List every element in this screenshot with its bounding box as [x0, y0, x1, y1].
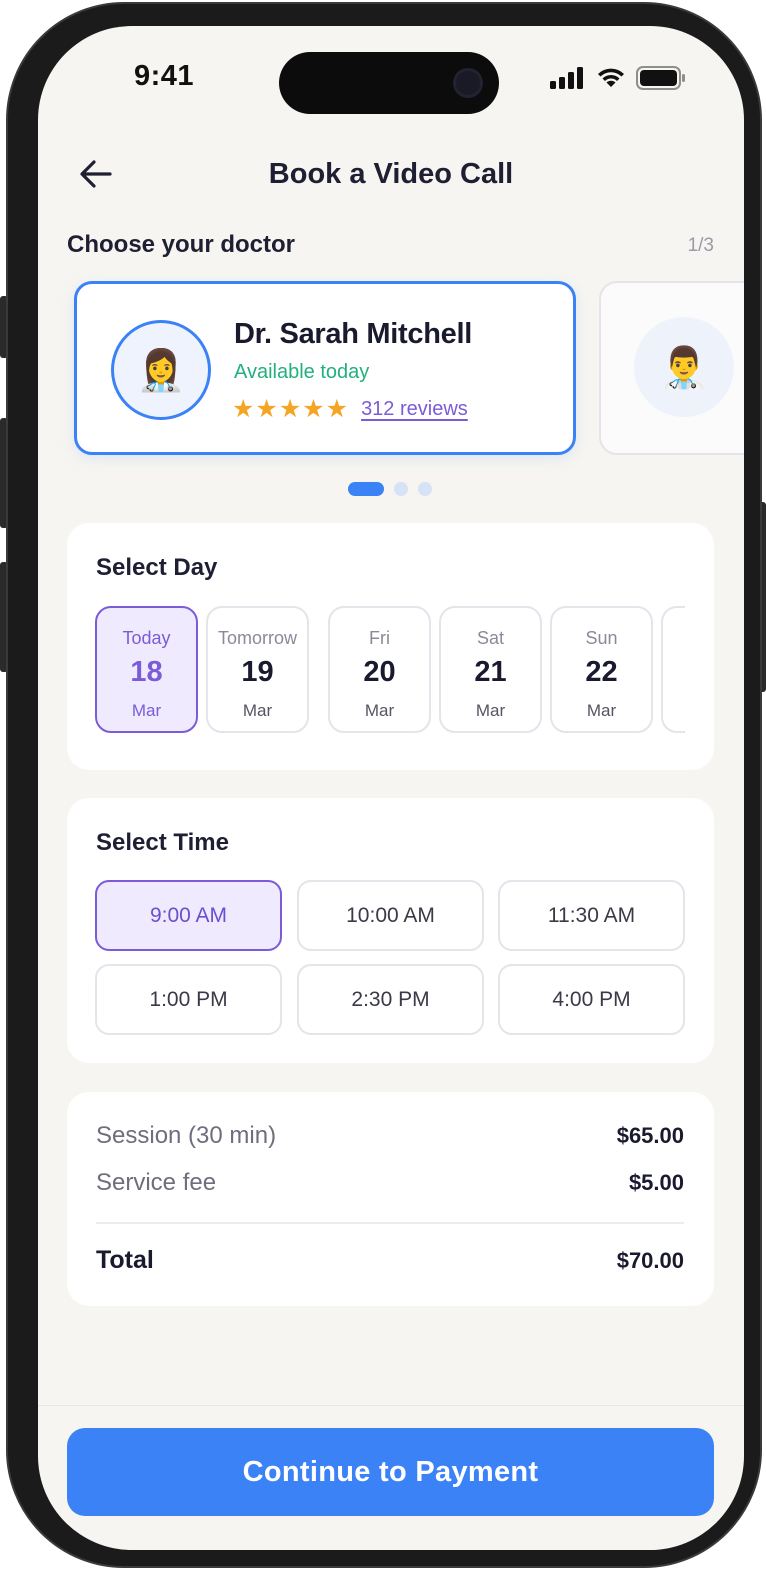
status-time: 9:41: [134, 60, 195, 92]
session-row: Session (30 min) $65.00: [96, 1122, 684, 1150]
doctor-avatar: 👩‍⚕️: [111, 320, 211, 420]
total-row: Total $70.00: [96, 1246, 684, 1275]
time-slot[interactable]: 1:00 PM: [95, 964, 282, 1035]
fee-price: $5.00: [628, 1170, 684, 1195]
day-label: Today: [122, 628, 171, 648]
day-option[interactable]: Sun 22 Mar: [550, 606, 653, 733]
day-number: 20: [363, 656, 396, 688]
day-option-partial[interactable]: [661, 606, 685, 733]
session-label: Session (30 min): [96, 1122, 277, 1149]
day-label: Tomorrow: [217, 628, 297, 648]
total-price: $70.00: [616, 1248, 684, 1273]
day-number: 22: [585, 656, 618, 688]
doctor-section-label: Choose your doctor: [67, 231, 296, 258]
doctor-page-counter: 1/3: [687, 235, 714, 256]
doctor-card-selected[interactable]: 👩‍⚕️ Dr. Sarah Mitchell Available today …: [74, 281, 576, 455]
day-label: Sat: [476, 628, 505, 648]
day-number: 19: [241, 656, 274, 688]
pagination-dot[interactable]: [394, 482, 408, 496]
doctor-card-next[interactable]: 👨‍⚕️: [599, 281, 744, 455]
day-picker: Today 18 Mar Tomorrow 19 Mar Fri 20 Mar …: [95, 606, 685, 734]
select-day-title: Select Day: [96, 554, 218, 581]
battery-icon: [636, 66, 685, 90]
time-slot[interactable]: 2:30 PM: [297, 964, 484, 1035]
doctor-availability: Available today: [234, 361, 370, 383]
status-icons: [550, 66, 686, 90]
doctor-rating: ★★★★★ 312 reviews: [232, 394, 468, 424]
app-screen: 9:41 Book a Video Call Choose your docto…: [38, 26, 744, 1550]
time-slot[interactable]: 11:30 AM: [498, 880, 685, 951]
day-label: Fri: [369, 628, 390, 648]
star-rating-icon: ★★★★★: [232, 395, 350, 423]
day-month: Mar: [475, 701, 506, 720]
fee-label: Service fee: [96, 1169, 217, 1196]
pagination-dot[interactable]: [418, 482, 432, 496]
dynamic-island: [279, 52, 499, 114]
day-option[interactable]: Sat 21 Mar: [439, 606, 542, 733]
price-summary-card: Session (30 min) $65.00 Service fee $5.0…: [67, 1092, 714, 1306]
reviews-link[interactable]: 312 reviews: [361, 398, 468, 421]
signal-icon: [550, 67, 583, 89]
day-month: Mar: [364, 701, 395, 720]
fee-row: Service fee $5.00: [96, 1169, 684, 1197]
continue-to-payment-button[interactable]: Continue to Payment: [67, 1428, 714, 1516]
select-day-card: Select Day Today 18 Mar Tomorrow 19 Mar …: [67, 523, 714, 770]
total-label: Total: [96, 1246, 154, 1274]
day-option[interactable]: Tomorrow 19 Mar: [206, 606, 309, 733]
footer-divider: [38, 1405, 744, 1406]
phone-frame: 9:41 Book a Video Call Choose your docto…: [6, 2, 762, 1568]
day-number: 21: [474, 656, 507, 688]
time-slot-selected[interactable]: 9:00 AM: [95, 880, 282, 951]
day-month: Mar: [586, 701, 617, 720]
select-time-card: Select Time 9:00 AM 10:00 AM 11:30 AM 1:…: [67, 798, 714, 1063]
price-divider: [96, 1222, 684, 1224]
carousel-pagination: [348, 482, 432, 496]
day-number: 18: [130, 656, 163, 688]
time-slot[interactable]: 4:00 PM: [498, 964, 685, 1035]
page-title: Book a Video Call: [268, 158, 514, 190]
wifi-icon: [598, 68, 624, 87]
front-camera: [453, 68, 483, 98]
time-slot[interactable]: 10:00 AM: [297, 880, 484, 951]
day-month: Mar: [131, 701, 162, 720]
day-option-today[interactable]: Today 18 Mar: [95, 606, 198, 733]
session-price: $65.00: [616, 1123, 684, 1148]
select-time-title: Select Time: [96, 829, 229, 856]
day-label: Sun: [585, 628, 618, 648]
pagination-dot-active[interactable]: [348, 482, 384, 496]
doctor-avatar-next: 👨‍⚕️: [634, 317, 734, 417]
day-month: Mar: [242, 701, 273, 720]
doctor-name: Dr. Sarah Mitchell: [234, 318, 472, 350]
day-option[interactable]: Fri 20 Mar: [328, 606, 431, 733]
